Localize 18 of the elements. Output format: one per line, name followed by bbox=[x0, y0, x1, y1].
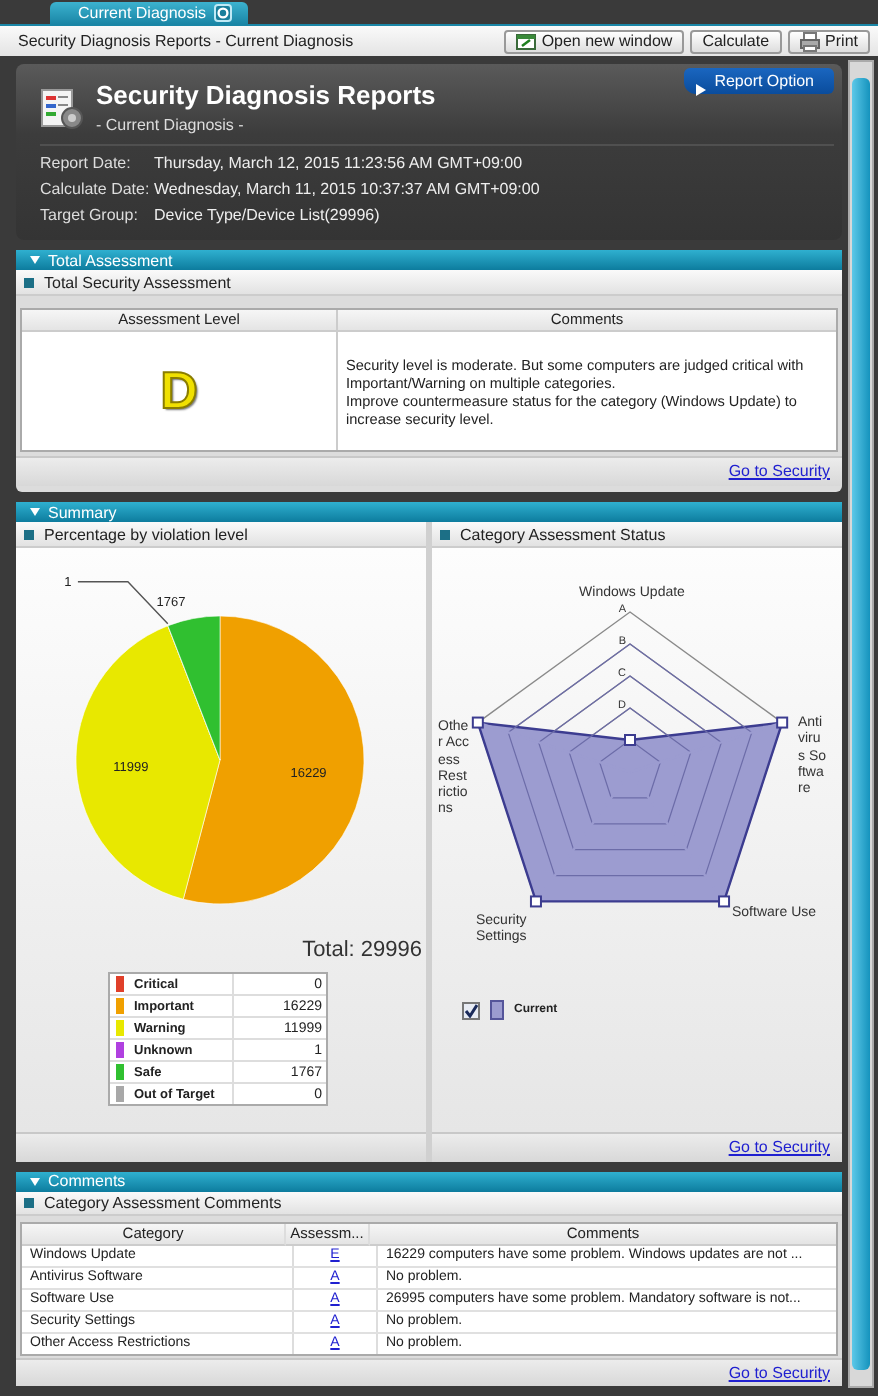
page-title: Security Diagnosis Reports - Current Diagnosis bbox=[18, 32, 354, 50]
section-title: Comments bbox=[48, 1172, 126, 1191]
panel-title: Total Security Assessment bbox=[44, 273, 231, 291]
report-subtitle: - Current Diagnosis - bbox=[96, 116, 246, 134]
section-title: Total Assessment bbox=[48, 251, 173, 269]
panel-title: Percentage by violation level bbox=[44, 525, 248, 543]
report-title: Security Diagnosis Reports bbox=[96, 80, 438, 110]
field-value: Thursday, March 12, 2015 11:23:56 AM GMT+09:00 bbox=[154, 154, 523, 172]
section-title: Summary bbox=[48, 503, 117, 521]
field-label: Target Group: bbox=[40, 206, 140, 224]
total-count: Total: 29996 bbox=[300, 938, 424, 964]
field-value: Device Type/Device List(29996) bbox=[154, 206, 380, 224]
field-value: Wednesday, March 11, 2015 10:37:37 AM GMT+09:00 bbox=[154, 180, 540, 198]
assessment-grade: D bbox=[160, 360, 198, 422]
panel-title: Category Assessment Comments bbox=[44, 1193, 282, 1212]
field-label: Report Date: bbox=[40, 154, 133, 172]
panel-title: Category Assessment Status bbox=[460, 525, 666, 543]
field-label: Calculate Date: bbox=[40, 180, 152, 198]
